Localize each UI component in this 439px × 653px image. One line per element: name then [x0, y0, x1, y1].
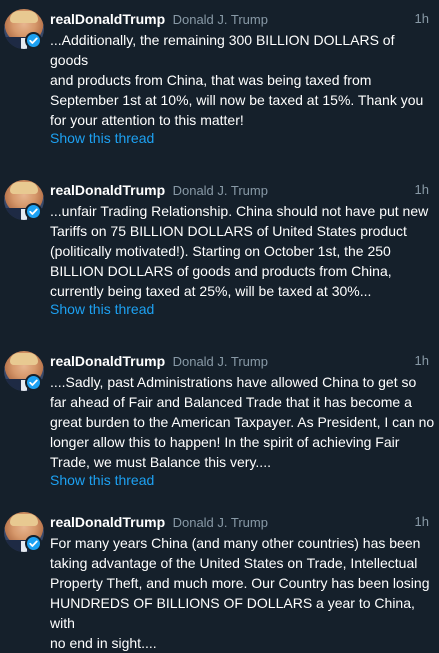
- tweet-text-line: for your attention to this matter!: [50, 112, 244, 128]
- verified-badge-icon: [25, 32, 42, 49]
- tweet-time[interactable]: 1h: [415, 352, 429, 370]
- tweet-text-line: longer allow this to happen! In the spir…: [50, 434, 400, 450]
- tweet-time[interactable]: 1h: [415, 10, 429, 28]
- tweet-time[interactable]: 1h: [415, 513, 429, 531]
- screen-name[interactable]: realDonaldTrump: [50, 353, 165, 369]
- tweet-text-line: no end in sight....: [50, 635, 157, 651]
- tweet-text-line: September 1st at 10%, will now be taxed …: [50, 92, 424, 108]
- verified-badge-icon: [25, 203, 42, 220]
- tweet-header: realDonaldTrump Donald J. Trump 1h: [50, 10, 432, 28]
- tweet-time[interactable]: 1h: [415, 181, 429, 199]
- tweet-text-line: ....Sadly, past Administrations have all…: [50, 374, 417, 390]
- avatar-hair: [10, 11, 38, 23]
- tweet-text-line: great burden to the American Taxpayer. A…: [50, 414, 435, 430]
- tweet[interactable]: realDonaldTrump Donald J. Trump 1h For m…: [0, 503, 439, 651]
- tweet-text: For many years China (and many other cou…: [50, 533, 436, 653]
- tweet[interactable]: realDonaldTrump Donald J. Trump 1h ....S…: [0, 342, 439, 513]
- tweet-text-line: ...unfair Trading Relationship. China sh…: [50, 203, 429, 219]
- screen-name[interactable]: realDonaldTrump: [50, 514, 165, 530]
- tweet-text-line: BILLION DOLLARS of goods and products fr…: [50, 263, 392, 279]
- tweet-text-line: and products from China, that was being …: [50, 72, 372, 88]
- tweet-text-line: Tariffs on 75 BILLION DOLLARS of United …: [50, 223, 407, 239]
- avatar-hair: [10, 353, 38, 365]
- tweet[interactable]: realDonaldTrump Donald J. Trump 1h ...un…: [0, 171, 439, 342]
- tweet-text-line: far ahead of Fair and Balanced Trade tha…: [50, 394, 412, 410]
- tweet-text: ...Additionally, the remaining 300 BILLI…: [50, 30, 436, 130]
- tweet-header: realDonaldTrump Donald J. Trump 1h: [50, 513, 432, 531]
- tweet-text: ....Sadly, past Administrations have all…: [50, 372, 436, 472]
- tweet[interactable]: realDonaldTrump Donald J. Trump 1h ...Ad…: [0, 0, 439, 171]
- show-thread-link[interactable]: Show this thread: [50, 300, 154, 318]
- screen-name[interactable]: realDonaldTrump: [50, 11, 165, 27]
- tweet-header: realDonaldTrump Donald J. Trump 1h: [50, 181, 432, 199]
- screen-name[interactable]: realDonaldTrump: [50, 182, 165, 198]
- tweet-text-line: Trade, we must Balance this very....: [50, 454, 271, 470]
- tweet-text-line: (politically motivated!). Starting on Oc…: [50, 243, 391, 259]
- tweet-text: ...unfair Trading Relationship. China sh…: [50, 201, 436, 301]
- verified-badge-icon: [25, 374, 42, 391]
- show-thread-link[interactable]: Show this thread: [50, 129, 154, 147]
- avatar-hair: [10, 514, 38, 526]
- tweet-text-line: ...Additionally, the remaining 300 BILLI…: [50, 32, 395, 68]
- show-thread-link[interactable]: Show this thread: [50, 471, 154, 489]
- display-name: Donald J. Trump: [172, 12, 268, 27]
- avatar-hair: [10, 182, 38, 194]
- display-name: Donald J. Trump: [172, 183, 268, 198]
- display-name: Donald J. Trump: [172, 354, 268, 369]
- tweet-text-line: Property Theft, and much more. Our Count…: [50, 575, 430, 591]
- verified-badge-icon: [25, 535, 42, 552]
- tweet-timeline: realDonaldTrump Donald J. Trump 1h ...Ad…: [0, 0, 439, 651]
- tweet-text-line: For many years China (and many other cou…: [50, 535, 421, 551]
- tweet-text-line: taking advantage of the United States on…: [50, 555, 418, 571]
- display-name: Donald J. Trump: [172, 515, 268, 530]
- tweet-header: realDonaldTrump Donald J. Trump 1h: [50, 352, 432, 370]
- tweet-text-line: currently being taxed at 25%, will be ta…: [50, 283, 372, 299]
